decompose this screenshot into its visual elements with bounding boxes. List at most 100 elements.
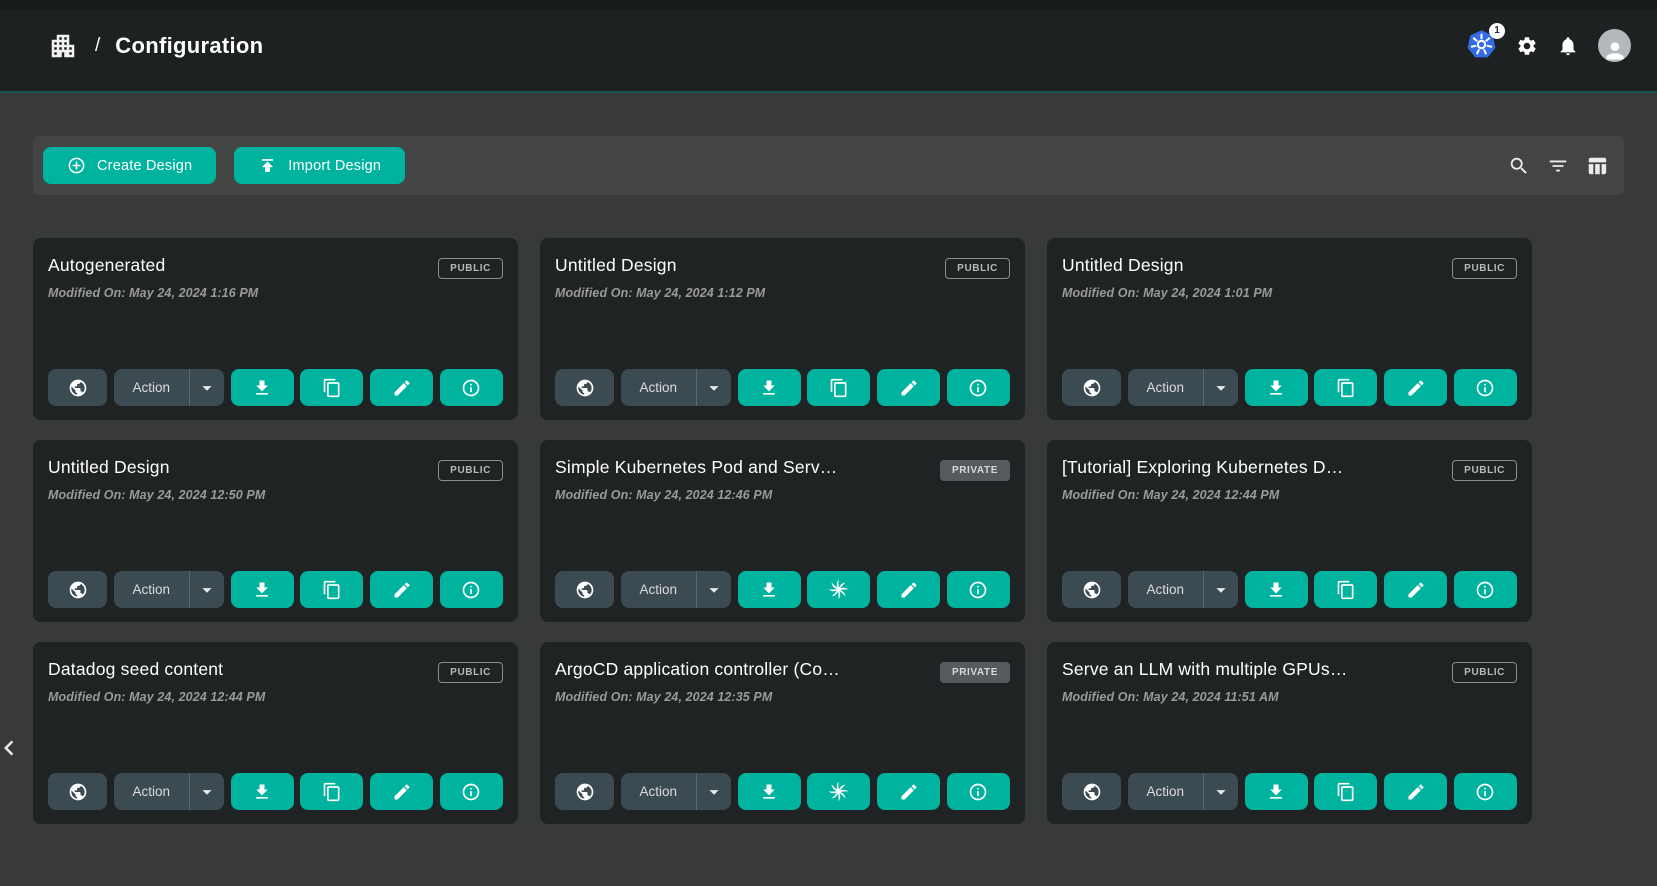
action-dropdown-toggle[interactable]	[1204, 781, 1238, 803]
design-title: ArgoCD application controller (Co…	[555, 659, 840, 680]
card-header: Datadog seed content PUBLIC	[48, 659, 503, 683]
edit-button[interactable]	[370, 773, 433, 810]
clone-button[interactable]	[300, 571, 363, 608]
download-button[interactable]	[231, 571, 294, 608]
table-view-button[interactable]	[1586, 155, 1608, 177]
split-divider	[189, 369, 190, 406]
action-dropdown-toggle[interactable]	[697, 377, 731, 399]
swirl-icon	[827, 578, 850, 601]
info-button[interactable]	[947, 571, 1010, 608]
info-button[interactable]	[1454, 571, 1517, 608]
action-button[interactable]: Action	[1128, 582, 1203, 597]
clone-button[interactable]	[807, 369, 870, 406]
gear-icon	[1516, 35, 1538, 57]
action-button[interactable]: Action	[1128, 380, 1203, 395]
action-button[interactable]: Action	[114, 784, 189, 799]
action-dropdown-toggle[interactable]	[697, 781, 731, 803]
caret-down-icon	[703, 781, 725, 803]
caret-down-icon	[1210, 377, 1232, 399]
visibility-globe-button[interactable]	[1062, 369, 1121, 406]
download-button[interactable]	[738, 571, 801, 608]
card-actions: Action	[1062, 773, 1517, 810]
copy-icon	[322, 580, 342, 600]
organization-icon	[48, 31, 78, 61]
info-button[interactable]	[1454, 369, 1517, 406]
copy-icon	[322, 782, 342, 802]
action-dropdown-toggle[interactable]	[190, 579, 224, 601]
action-button[interactable]: Action	[114, 380, 189, 395]
clone-button[interactable]	[300, 369, 363, 406]
download-button[interactable]	[231, 369, 294, 406]
visibility-globe-button[interactable]	[1062, 773, 1121, 810]
info-button[interactable]	[440, 773, 503, 810]
edit-button[interactable]	[1384, 369, 1447, 406]
action-dropdown-toggle[interactable]	[190, 781, 224, 803]
edit-button[interactable]	[1384, 571, 1447, 608]
action-dropdown-toggle[interactable]	[1204, 377, 1238, 399]
toolbar-right-icons	[1508, 155, 1608, 177]
designs-toolbar: Create Design Import Design	[33, 136, 1624, 195]
create-design-button[interactable]: Create Design	[43, 147, 216, 184]
action-button[interactable]: Action	[621, 582, 696, 597]
visibility-globe-button[interactable]	[555, 773, 614, 810]
settings-button[interactable]	[1516, 35, 1538, 57]
edit-button[interactable]	[877, 369, 940, 406]
visibility-globe-button[interactable]	[1062, 571, 1121, 608]
import-design-button[interactable]: Import Design	[234, 147, 405, 184]
notifications-button[interactable]	[1557, 35, 1579, 57]
action-button[interactable]: Action	[114, 582, 189, 597]
meshery-swirl-button[interactable]	[807, 571, 870, 608]
modified-date: Modified On: May 24, 2024 12:46 PM	[555, 488, 1010, 502]
download-button[interactable]	[738, 773, 801, 810]
copy-icon	[322, 378, 342, 398]
user-avatar[interactable]	[1598, 29, 1631, 62]
info-button[interactable]	[947, 773, 1010, 810]
edit-button[interactable]	[370, 571, 433, 608]
kubernetes-context-button[interactable]: 1	[1466, 29, 1497, 63]
search-button[interactable]	[1508, 155, 1530, 177]
split-divider	[1203, 773, 1204, 810]
download-button[interactable]	[1245, 571, 1308, 608]
clone-button[interactable]	[1314, 571, 1377, 608]
download-button[interactable]	[1245, 773, 1308, 810]
action-dropdown-toggle[interactable]	[190, 377, 224, 399]
download-button[interactable]	[1245, 369, 1308, 406]
info-button[interactable]	[1454, 773, 1517, 810]
copy-icon	[1336, 782, 1356, 802]
action-split-button: Action	[1128, 571, 1238, 608]
edit-button[interactable]	[877, 773, 940, 810]
clone-button[interactable]	[1314, 369, 1377, 406]
action-button[interactable]: Action	[621, 784, 696, 799]
design-card: Untitled Design PUBLIC Modified On: May …	[1047, 238, 1532, 420]
edit-button[interactable]	[877, 571, 940, 608]
action-dropdown-toggle[interactable]	[697, 579, 731, 601]
download-button[interactable]	[231, 773, 294, 810]
edit-button[interactable]	[1384, 773, 1447, 810]
edit-pencil-icon	[1406, 782, 1426, 802]
visibility-globe-button[interactable]	[555, 571, 614, 608]
visibility-globe-button[interactable]	[555, 369, 614, 406]
info-button[interactable]	[440, 571, 503, 608]
clone-button[interactable]	[300, 773, 363, 810]
clone-button[interactable]	[1314, 773, 1377, 810]
meshery-swirl-button[interactable]	[807, 773, 870, 810]
filter-button[interactable]	[1547, 155, 1569, 177]
action-button[interactable]: Action	[1128, 784, 1203, 799]
action-dropdown-toggle[interactable]	[1204, 579, 1238, 601]
caret-down-icon	[703, 377, 725, 399]
edit-pencil-icon	[1406, 580, 1426, 600]
info-button[interactable]	[947, 369, 1010, 406]
action-button[interactable]: Action	[621, 380, 696, 395]
download-icon	[252, 580, 272, 600]
visibility-globe-button[interactable]	[48, 369, 107, 406]
visibility-globe-button[interactable]	[48, 773, 107, 810]
card-header: Simple Kubernetes Pod and Serv… PRIVATE	[555, 457, 1010, 481]
kubernetes-context-count-badge: 1	[1489, 23, 1505, 39]
info-icon	[968, 378, 988, 398]
collapse-drawer-button[interactable]	[0, 733, 24, 766]
info-button[interactable]	[440, 369, 503, 406]
edit-button[interactable]	[370, 369, 433, 406]
upload-icon	[258, 156, 277, 175]
visibility-globe-button[interactable]	[48, 571, 107, 608]
download-button[interactable]	[738, 369, 801, 406]
